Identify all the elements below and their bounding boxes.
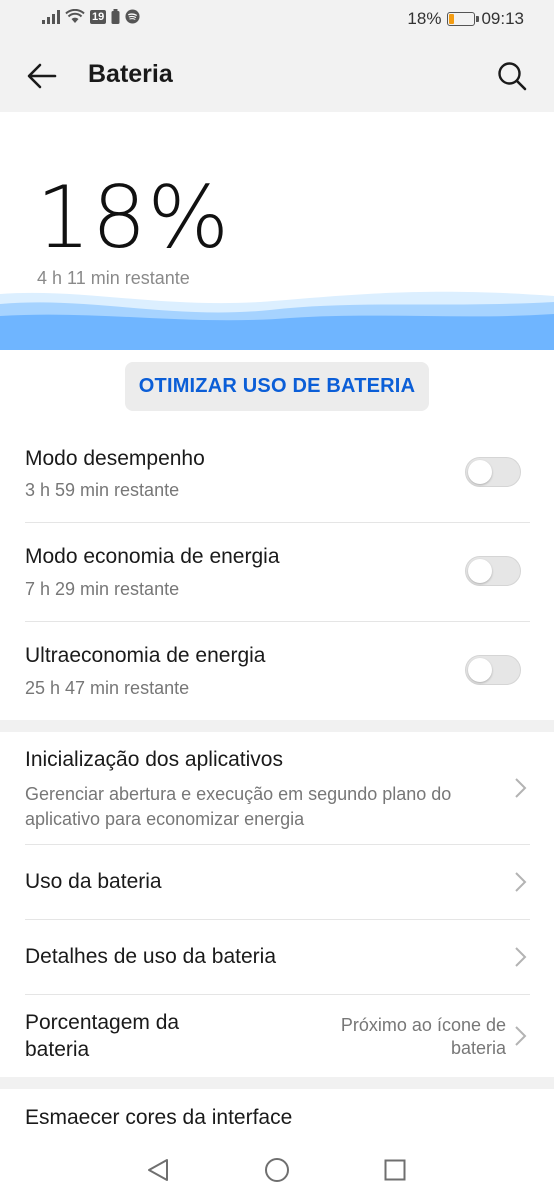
page-title: Bateria <box>88 60 173 88</box>
settings-row-battery-percentage[interactable]: Porcentagem da bateria Próximo ao ícone … <box>0 995 554 1077</box>
setting-title: Uso da bateria <box>25 870 162 893</box>
clock: 09:13 <box>481 9 524 28</box>
performance-mode-toggle[interactable] <box>465 457 521 487</box>
setting-title: Esmaecer cores da interface <box>25 1106 293 1129</box>
wifi-icon <box>65 9 85 23</box>
battery-percent-large: 18% <box>36 168 231 268</box>
setting-subtitle-line1: Gerenciar abertura e execução em segundo… <box>25 784 452 804</box>
power-saving-mode-toggle[interactable] <box>465 556 521 586</box>
triangle-back-icon[interactable] <box>146 1158 170 1182</box>
mode-row-performance[interactable]: Modo desempenho 3 h 59 min restante <box>0 430 554 522</box>
setting-value-line1: Próximo ao ícone de <box>340 1015 506 1035</box>
back-button[interactable] <box>22 56 62 96</box>
chevron-right-icon <box>515 872 527 892</box>
circle-home-icon[interactable] <box>264 1157 290 1183</box>
setting-title: Inicialização dos aplicativos <box>25 748 283 771</box>
mode-row-power-saving[interactable]: Modo economia de energia 7 h 29 min rest… <box>0 523 554 621</box>
optimize-battery-button[interactable]: OTIMIZAR USO DE BATERIA <box>124 362 430 411</box>
navigation-bar <box>0 1140 554 1200</box>
chevron-right-icon <box>515 778 527 798</box>
mode-title: Modo economia de energia <box>25 545 280 568</box>
mode-row-ultra-power-saving[interactable]: Ultraeconomia de energia 25 h 47 min res… <box>0 622 554 720</box>
status-icons-left: 19 <box>42 9 140 24</box>
app-bar: Bateria <box>0 40 554 112</box>
mode-subtitle: 25 h 47 min restante <box>25 678 190 698</box>
status-icons-right: 18% 09:13 <box>407 9 524 29</box>
battery-fill <box>449 14 455 24</box>
toggle-knob <box>468 658 492 682</box>
setting-title-line1: Porcentagem da <box>25 1011 180 1034</box>
battery-saver-icon <box>111 9 120 24</box>
settings-row-dim-colors[interactable]: Esmaecer cores da interface <box>0 1089 554 1140</box>
battery-remaining-time: 4 h 11 min restante <box>37 268 190 288</box>
mode-title: Modo desempenho <box>25 447 205 470</box>
optimize-button-wrap: OTIMIZAR USO DE BATERIA <box>0 362 554 411</box>
battery-wave-graphic <box>0 291 554 350</box>
section-gap <box>0 720 554 732</box>
chevron-right-icon <box>515 947 527 967</box>
battery-icon <box>447 12 480 26</box>
status-bar: 19 18% 09:13 <box>0 0 554 40</box>
battery-percent-text: 18% <box>407 9 442 28</box>
search-icon <box>498 62 527 91</box>
network-badge: 19 <box>90 9 107 24</box>
toggle-knob <box>468 559 492 583</box>
setting-subtitle-line2: aplicativo para economizar energia <box>25 809 305 829</box>
back-arrow-icon <box>27 63 57 89</box>
ultra-power-saving-toggle[interactable] <box>465 655 521 685</box>
mode-subtitle: 3 h 59 min restante <box>25 480 180 500</box>
battery-hero: 18% 4 h 11 min restante <box>0 112 554 350</box>
setting-title: Detalhes de uso da bateria <box>25 945 277 968</box>
chevron-right-icon <box>515 1026 527 1046</box>
mode-subtitle: 7 h 29 min restante <box>25 579 180 599</box>
settings-row-battery-usage[interactable]: Uso da bateria <box>0 845 554 919</box>
setting-title-line2: bateria <box>25 1038 90 1061</box>
spotify-icon <box>125 9 140 24</box>
settings-row-battery-details[interactable]: Detalhes de uso da bateria <box>0 920 554 994</box>
square-recents-icon[interactable] <box>384 1159 406 1181</box>
setting-value-line2: bateria <box>450 1038 506 1058</box>
section-gap <box>0 1077 554 1089</box>
mode-title: Ultraeconomia de energia <box>25 644 266 667</box>
toggle-knob <box>468 460 492 484</box>
search-button[interactable] <box>492 56 532 96</box>
settings-row-app-launch[interactable]: Inicialização dos aplicativos Gerenciar … <box>0 732 554 844</box>
signal-icon <box>42 9 60 24</box>
